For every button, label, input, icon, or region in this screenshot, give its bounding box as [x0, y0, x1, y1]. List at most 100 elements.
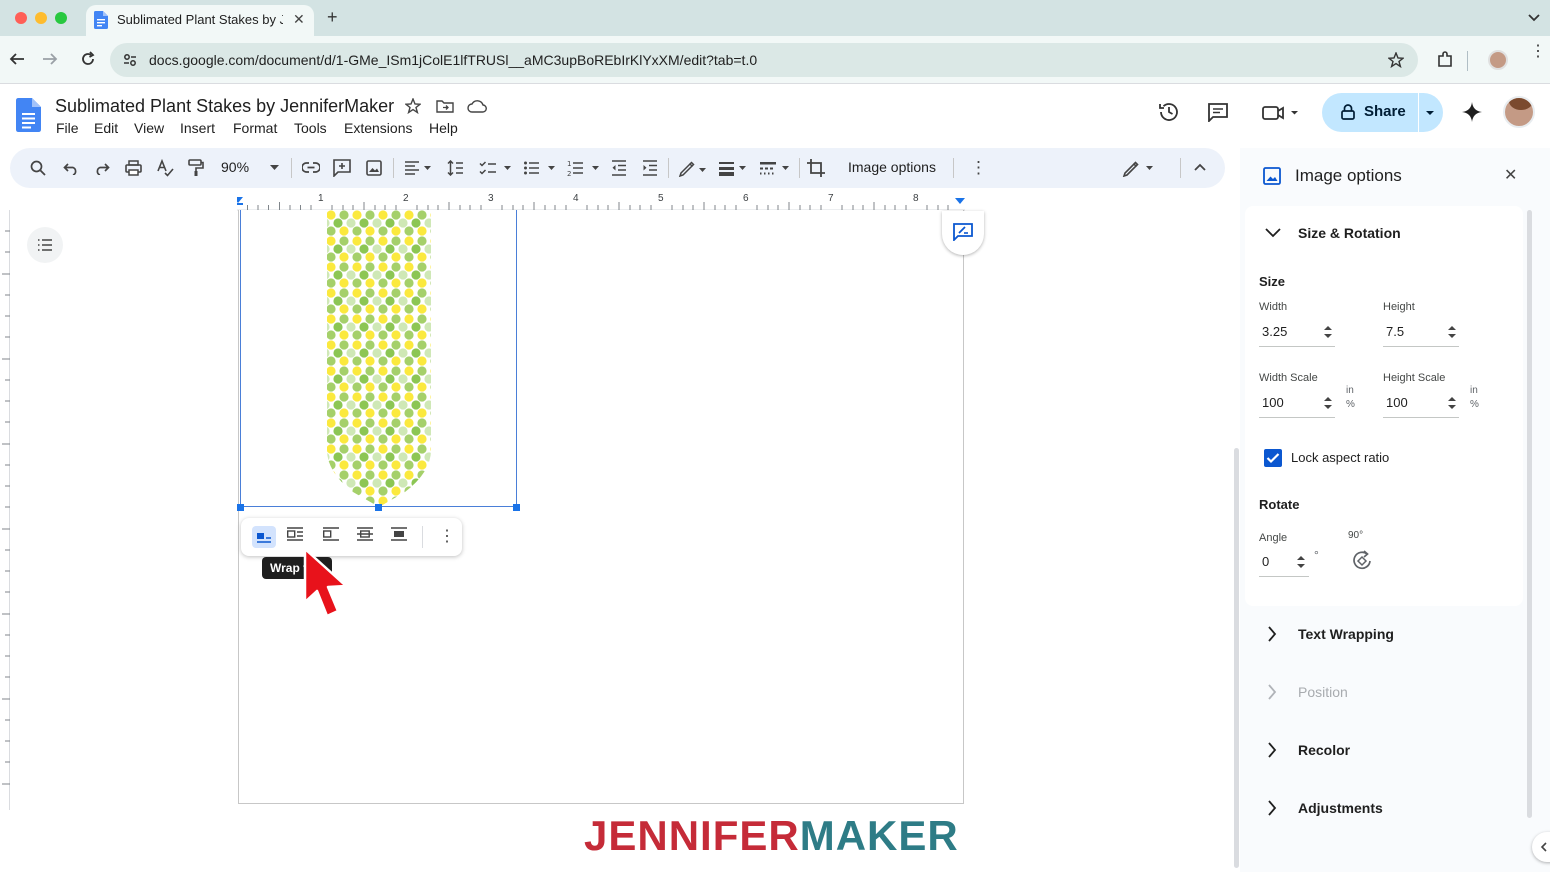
menu-help[interactable]: Help — [429, 120, 458, 136]
adjustments-section[interactable]: Adjustments — [1298, 800, 1383, 816]
size-rotation-title[interactable]: Size & Rotation — [1298, 225, 1401, 241]
decrease-indent-icon[interactable] — [611, 160, 627, 176]
wrap-inline-button[interactable] — [252, 526, 276, 548]
share-button[interactable]: Share — [1322, 93, 1443, 132]
height-scale-stepper-icon[interactable] — [1448, 396, 1456, 410]
profile-avatar[interactable] — [1488, 50, 1508, 70]
bookmark-star-icon[interactable] — [1388, 52, 1404, 68]
height-stepper-icon[interactable] — [1448, 325, 1456, 339]
rotate-90-icon[interactable] — [1351, 550, 1373, 572]
menu-edit[interactable]: Edit — [94, 120, 118, 136]
browser-tab[interactable]: Sublimated Plant Stakes by J ✕ — [86, 5, 314, 36]
increase-indent-icon[interactable] — [642, 160, 658, 176]
redo-icon[interactable] — [94, 161, 110, 175]
resize-handle-bottom-center[interactable] — [375, 504, 382, 511]
more-options-icon[interactable]: ⋮ — [970, 158, 987, 178]
lock-aspect-ratio-label[interactable]: Lock aspect ratio — [1291, 450, 1389, 465]
undo-icon[interactable] — [63, 161, 79, 175]
comments-icon[interactable] — [1207, 102, 1229, 122]
recolor-section[interactable]: Recolor — [1298, 742, 1350, 758]
bulleted-list-icon[interactable] — [523, 160, 557, 176]
chevron-right-icon[interactable] — [1267, 742, 1277, 758]
hide-menus-chevron-up-icon[interactable] — [1194, 163, 1206, 171]
menu-extensions[interactable]: Extensions — [344, 120, 412, 136]
close-tab-icon[interactable]: ✕ — [293, 11, 305, 28]
maximize-window-button[interactable] — [55, 12, 67, 24]
back-arrow-icon[interactable] — [9, 52, 25, 66]
image-options-button[interactable]: Image options — [848, 159, 936, 175]
angle-stepper-icon[interactable] — [1297, 555, 1305, 569]
chevron-down-icon[interactable] — [1265, 228, 1281, 238]
behind-text-button[interactable] — [357, 527, 373, 541]
add-comment-float-button[interactable] — [942, 211, 984, 255]
add-comment-icon[interactable] — [333, 159, 351, 177]
numbered-list-icon[interactable]: 12 — [567, 159, 601, 177]
width-stepper-icon[interactable] — [1324, 325, 1332, 339]
chevron-right-icon[interactable] — [1267, 626, 1277, 642]
move-folder-icon[interactable] — [436, 99, 454, 113]
in-front-of-text-button[interactable] — [391, 527, 407, 541]
version-history-icon[interactable] — [1158, 101, 1180, 123]
document-outline-button[interactable] — [27, 227, 63, 263]
crop-image-icon[interactable] — [807, 159, 825, 177]
menu-insert[interactable]: Insert — [180, 120, 215, 136]
paint-format-icon[interactable] — [188, 159, 204, 177]
reload-icon[interactable] — [80, 51, 96, 67]
border-dash-icon[interactable] — [759, 160, 793, 176]
menu-format[interactable]: Format — [233, 120, 277, 136]
print-icon[interactable] — [125, 160, 142, 176]
spellcheck-icon[interactable] — [157, 159, 174, 177]
insert-image-icon[interactable] — [366, 160, 382, 176]
insert-link-icon[interactable] — [302, 162, 320, 173]
resize-handle-bottom-right[interactable] — [513, 504, 520, 511]
width-scale-stepper-icon[interactable] — [1324, 396, 1332, 410]
menu-tools[interactable]: Tools — [294, 120, 327, 136]
height-scale-input[interactable]: 100 — [1383, 388, 1459, 418]
document-title[interactable]: Sublimated Plant Stakes by JenniferMaker — [55, 96, 394, 117]
text-wrapping-section[interactable]: Text Wrapping — [1298, 626, 1394, 642]
document-scrollbar[interactable] — [1234, 448, 1239, 868]
gemini-sparkle-icon[interactable] — [1462, 102, 1482, 122]
line-spacing-icon[interactable] — [447, 160, 464, 176]
lock-aspect-ratio-checkbox[interactable] — [1264, 449, 1282, 467]
meet-camera-icon[interactable] — [1262, 104, 1300, 122]
site-settings-icon[interactable] — [123, 53, 137, 67]
google-docs-logo-icon[interactable] — [16, 98, 41, 132]
zoom-select[interactable]: 90% — [221, 159, 249, 175]
extensions-puzzle-icon[interactable] — [1436, 51, 1454, 69]
menu-view[interactable]: View — [134, 120, 164, 136]
width-input[interactable]: 3.25 — [1259, 317, 1335, 347]
break-text-button[interactable] — [323, 527, 339, 541]
align-dropdown-icon[interactable] — [404, 161, 432, 175]
more-image-options-icon[interactable]: ⋮ — [439, 526, 455, 546]
editing-mode-pencil-icon[interactable] — [1122, 159, 1156, 177]
width-scale-input[interactable]: 100 — [1259, 388, 1335, 418]
menu-file[interactable]: File — [56, 120, 79, 136]
border-weight-icon[interactable] — [718, 160, 750, 176]
new-tab-icon[interactable]: + — [327, 7, 338, 28]
border-color-icon[interactable] — [678, 159, 710, 177]
close-window-button[interactable] — [15, 12, 27, 24]
forward-arrow-icon[interactable] — [42, 52, 58, 66]
star-icon[interactable] — [405, 98, 421, 114]
vertical-ruler[interactable] — [0, 210, 10, 810]
angle-input[interactable]: 0 — [1259, 547, 1309, 577]
browser-menu-icon[interactable]: ⋮ — [1530, 44, 1546, 60]
zoom-dropdown-icon[interactable] — [270, 165, 279, 171]
horizontal-ruler[interactable]: 1 2 3 4 5 6 7 8 — [237, 193, 965, 211]
resize-handle-bottom-left[interactable] — [237, 504, 244, 511]
wrap-text-button[interactable] — [287, 527, 303, 541]
url-omnibox[interactable]: docs.google.com/document/d/1-GMe_ISm1jCo… — [110, 43, 1418, 77]
image-selection-box[interactable] — [240, 210, 517, 507]
checklist-icon[interactable] — [479, 160, 513, 176]
share-dropdown-icon[interactable] — [1424, 109, 1436, 117]
panel-scrollbar[interactable] — [1527, 210, 1532, 818]
user-avatar[interactable] — [1503, 96, 1535, 128]
tab-search-chevron-icon[interactable] — [1528, 12, 1540, 22]
search-menus-icon[interactable] — [30, 160, 46, 176]
height-input[interactable]: 7.5 — [1383, 317, 1459, 347]
chevron-right-icon[interactable] — [1267, 800, 1277, 816]
minimize-window-button[interactable] — [35, 12, 47, 24]
close-panel-icon[interactable]: ✕ — [1504, 165, 1517, 185]
url-text[interactable]: docs.google.com/document/d/1-GMe_ISm1jCo… — [149, 52, 757, 68]
